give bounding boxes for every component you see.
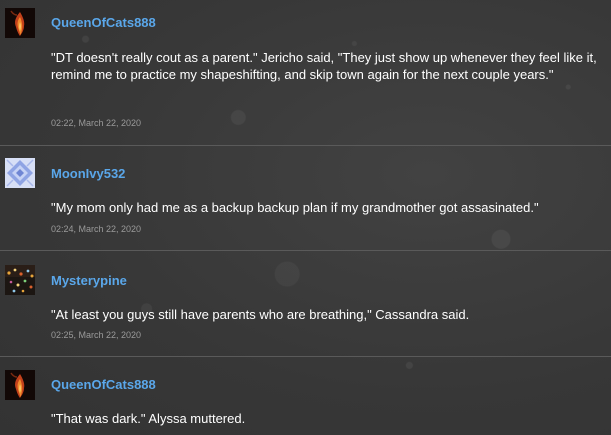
comment-item: QueenOfCats888 "That was dark." Alyssa m… [0, 357, 611, 435]
comment-item: MoonIvy532 "My mom only had me as a back… [0, 146, 611, 250]
user-avatar[interactable] [5, 265, 35, 295]
fire-figure-avatar-icon [5, 370, 35, 400]
diamond-pattern-avatar-icon [5, 158, 35, 188]
comment-username[interactable]: QueenOfCats888 [51, 15, 156, 30]
comment-text: "At least you guys still have parents wh… [51, 307, 470, 322]
comment-text: "That was dark." Alyssa muttered. [51, 411, 246, 426]
fire-figure-avatar-icon [5, 8, 35, 38]
user-avatar[interactable] [5, 370, 35, 400]
user-avatar[interactable] [5, 158, 35, 188]
comment-username[interactable]: MoonIvy532 [51, 166, 125, 181]
comment-text: "My mom only had me as a backup backup p… [51, 200, 539, 215]
comment-username[interactable]: QueenOfCats888 [51, 377, 156, 392]
comment-item: QueenOfCats888 "DT doesn't really cout a… [0, 0, 611, 145]
comment-timestamp: 02:22, March 22, 2020 [51, 118, 142, 128]
comment-timestamp: 02:25, March 22, 2020 [51, 330, 142, 340]
comment-item: Mysterypine "At least you guys still hav… [0, 251, 611, 356]
comment-text: "DT doesn't really cout as a parent." Je… [51, 50, 597, 82]
comment-username[interactable]: Mysterypine [51, 273, 127, 288]
user-avatar[interactable] [5, 8, 35, 38]
lights-avatar-icon [5, 265, 35, 295]
comment-timestamp: 02:24, March 22, 2020 [51, 224, 142, 234]
